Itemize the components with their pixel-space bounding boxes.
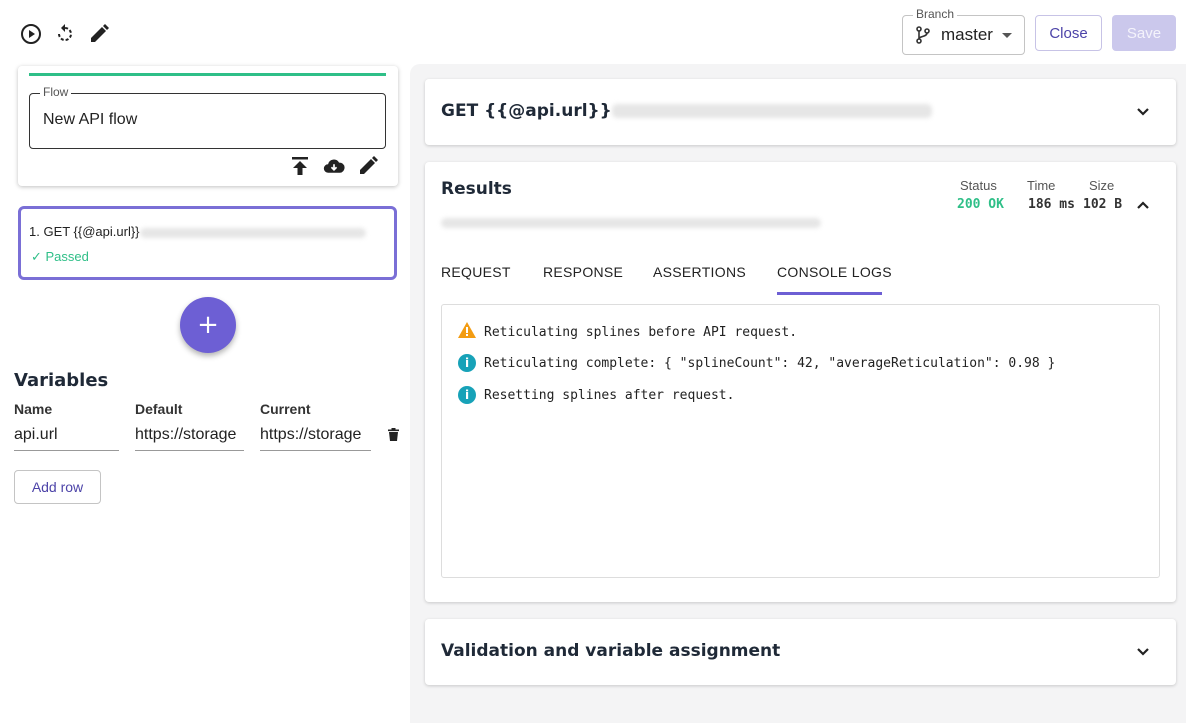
cloud-download-icon[interactable]	[323, 155, 345, 177]
right-panel: GET {{@api.url}} Results Status Time Siz…	[410, 64, 1186, 723]
variables-title: Variables	[14, 370, 109, 391]
redacted-url	[441, 217, 821, 228]
top-toolbar: Branch master Close Save	[0, 0, 1186, 66]
step-card[interactable]: 1. GET {{@api.url}} ✓ Passed	[18, 206, 397, 280]
variable-default-input[interactable]: https://storage	[135, 423, 244, 451]
chevron-up-icon[interactable]	[1136, 198, 1150, 212]
variables-header-name: Name	[14, 401, 53, 417]
tab-console-logs[interactable]: CONSOLE LOGS	[777, 264, 892, 280]
log-line: Reticulating splines before API request.	[458, 322, 797, 342]
active-tab-indicator	[777, 292, 882, 295]
time-label: Time	[1027, 178, 1056, 193]
caret-down-icon	[1002, 33, 1012, 38]
validation-panel[interactable]: Validation and variable assignment	[425, 619, 1176, 685]
tab-request[interactable]: REQUEST	[441, 264, 511, 280]
save-button[interactable]: Save	[1112, 15, 1176, 51]
branch-label: Branch	[913, 7, 958, 21]
flow-status-bar	[29, 73, 386, 76]
flow-name-field[interactable]: Flow New API flow	[29, 85, 386, 149]
status-value: 200 OK	[957, 197, 1004, 212]
log-line: i Resetting splines after request.	[458, 386, 734, 404]
validation-title: Validation and variable assignment	[441, 641, 781, 661]
size-label: Size	[1089, 178, 1115, 193]
request-panel[interactable]: GET {{@api.url}}	[425, 79, 1176, 145]
redacted-url	[611, 104, 932, 118]
play-icon[interactable]	[20, 23, 42, 45]
variable-name-input[interactable]: api.url	[14, 423, 119, 451]
tab-response[interactable]: RESPONSE	[543, 264, 623, 280]
status-label: Status	[960, 178, 997, 193]
warning-icon	[458, 322, 476, 342]
info-icon: i	[458, 386, 476, 404]
flow-card: Flow New API flow	[18, 66, 398, 186]
chevron-down-icon[interactable]	[1136, 105, 1150, 119]
time-value: 186 ms	[1028, 197, 1075, 212]
console-log-area: Reticulating splines before API request.…	[441, 304, 1160, 578]
branch-value: master	[941, 25, 993, 44]
left-panel: Flow New API flow 1. GET {{@api.url}} ✓ …	[0, 66, 410, 723]
log-text: Resetting splines after request.	[484, 387, 735, 403]
step-status: ✓ Passed	[31, 249, 89, 264]
request-title: GET {{@api.url}}	[441, 101, 932, 121]
branch-select[interactable]: Branch master	[902, 7, 1025, 55]
plus-icon: +	[197, 310, 219, 340]
results-title: Results	[441, 179, 512, 199]
log-text: Reticulating complete: { "splineCount": …	[484, 355, 1056, 371]
add-row-button[interactable]: Add row	[14, 470, 101, 504]
trash-icon[interactable]	[388, 426, 399, 445]
flow-field-label: Flow	[40, 85, 72, 99]
reset-icon[interactable]	[54, 23, 76, 45]
request-title-text: GET {{@api.url}}	[441, 101, 612, 121]
results-panel: Results Status Time Size 200 OK 186 ms 1…	[425, 162, 1176, 602]
step-title: 1. GET {{@api.url}}	[29, 224, 366, 239]
flow-field-value: New API flow	[43, 111, 138, 128]
edit-flow-icon[interactable]	[357, 155, 379, 177]
variables-header-default: Default	[135, 401, 183, 417]
variable-current-input[interactable]: https://storage	[260, 423, 371, 451]
step-title-text: 1. GET {{@api.url}}	[29, 224, 140, 239]
results-url	[441, 212, 821, 231]
upload-icon[interactable]	[289, 155, 311, 177]
log-line: i Reticulating complete: { "splineCount"…	[458, 354, 1055, 372]
edit-icon[interactable]	[88, 23, 110, 45]
close-button[interactable]: Close	[1035, 15, 1102, 51]
chevron-down-icon[interactable]	[1136, 645, 1150, 659]
git-branch-icon	[915, 26, 931, 48]
redacted-url	[139, 227, 366, 238]
log-text: Reticulating splines before API request.	[484, 324, 798, 340]
size-value: 102 B	[1083, 197, 1123, 212]
add-step-button[interactable]: +	[180, 297, 236, 353]
variables-header-current: Current	[260, 401, 311, 417]
flow-actions	[289, 155, 379, 177]
tab-assertions[interactable]: ASSERTIONS	[653, 264, 746, 280]
info-icon: i	[458, 354, 476, 372]
